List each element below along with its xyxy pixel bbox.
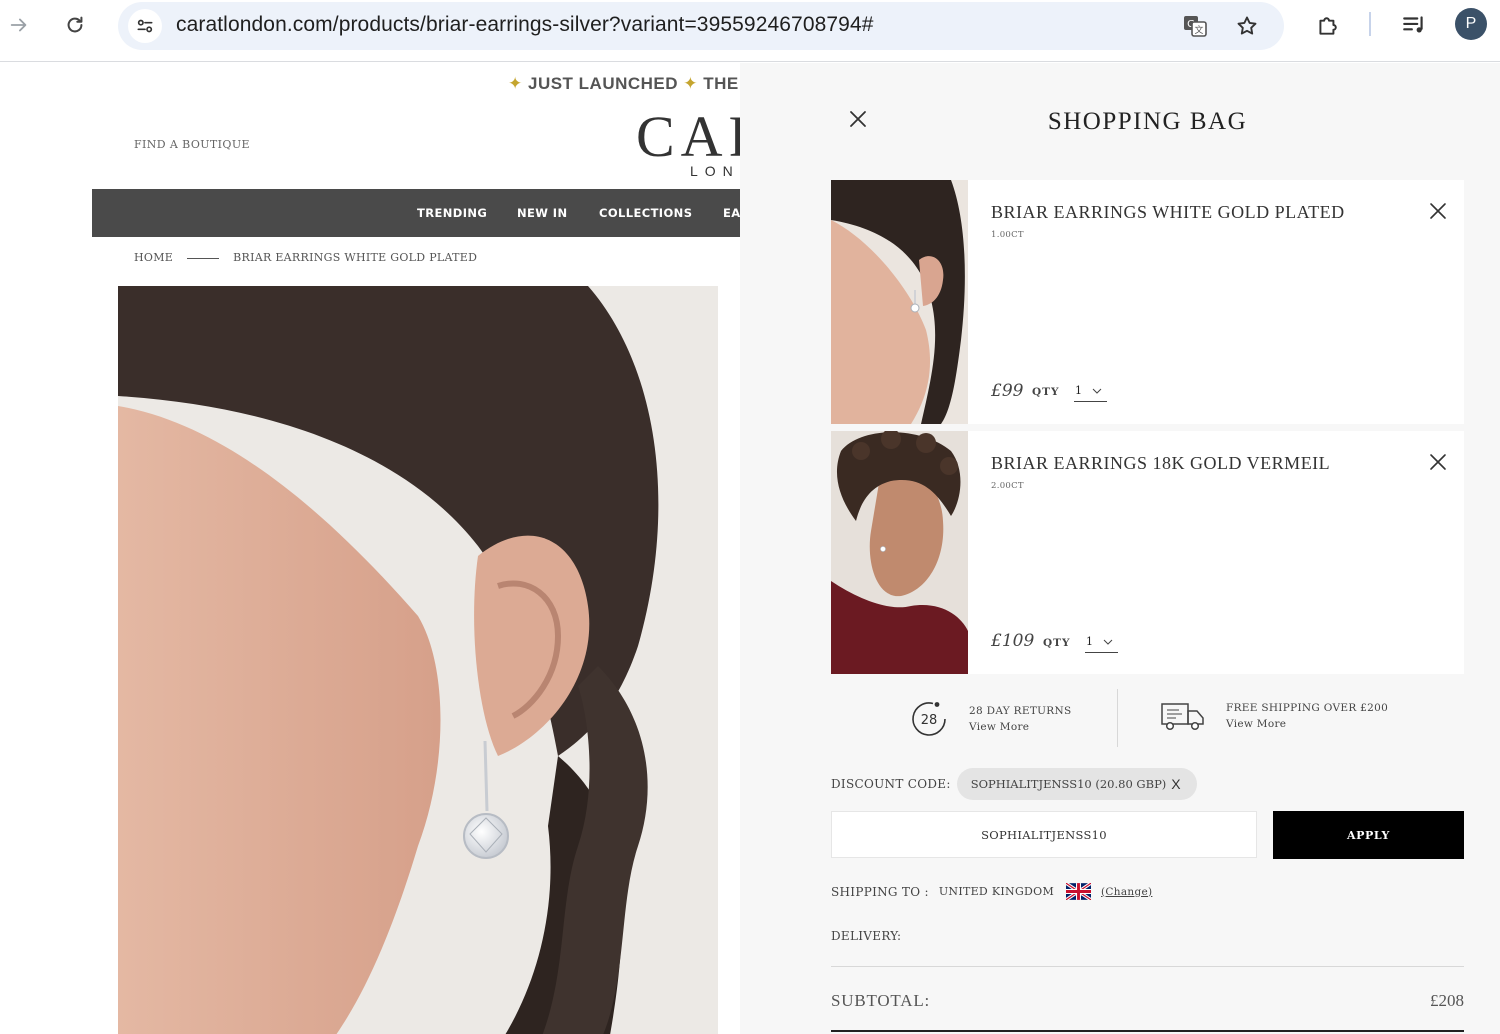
extensions-icon[interactable] xyxy=(1311,6,1345,44)
delivery-truck-icon xyxy=(1161,703,1204,731)
breadcrumb-home[interactable]: HOME xyxy=(134,251,173,264)
nav-collections[interactable]: COLLECTIONS xyxy=(599,206,692,220)
shipping-view-more-link[interactable]: View More xyxy=(1226,716,1388,732)
drawer-title: SHOPPING BAG xyxy=(1047,108,1248,135)
back-arrow-icon[interactable] xyxy=(2,8,36,42)
discount-row: DISCOUNT CODE: SOPHIALITJENSS10 (20.80 G… xyxy=(831,768,1197,800)
nav-new-in[interactable]: NEW IN xyxy=(517,206,567,220)
address-bar[interactable]: caratlondon.com/products/briar-earrings-… xyxy=(118,2,1284,50)
main-nav: TRENDING NEW IN COLLECTIONS EA xyxy=(92,189,740,237)
shipping-label: SHIPPING TO : xyxy=(831,884,929,899)
change-country-link[interactable]: (Change) xyxy=(1101,886,1152,898)
returns-perk: 28 28 DAY RETURNS View More xyxy=(909,699,1071,739)
item-name[interactable]: BRIAR EARRINGS WHITE GOLD PLATED xyxy=(991,202,1345,223)
discount-code-input[interactable] xyxy=(831,811,1257,858)
discount-label: DISCOUNT CODE: xyxy=(831,777,951,791)
applied-discount-text: SOPHIALITJENSS10 (20.80 GBP) xyxy=(970,777,1167,791)
svg-text:文: 文 xyxy=(1194,24,1203,36)
chevron-down-icon xyxy=(1103,639,1113,645)
uk-flag-icon xyxy=(1066,883,1092,900)
remove-item-icon[interactable] xyxy=(1429,453,1447,471)
sparkle-icon: ✦ xyxy=(683,74,699,93)
shipping-perk-title: FREE SHIPPING OVER £200 xyxy=(1226,702,1389,714)
item-price: £109 xyxy=(991,631,1035,651)
qty-select[interactable]: 1 xyxy=(1074,380,1107,402)
item-carat: 1.00CT xyxy=(991,230,1024,240)
announcement-bar: ✦ JUST LAUNCHED ✦ THE xyxy=(508,74,739,94)
qty-value: 1 xyxy=(1075,384,1082,397)
divider xyxy=(831,1030,1464,1032)
qty-value: 1 xyxy=(1086,635,1093,648)
translate-icon[interactable]: G文 xyxy=(1178,9,1212,43)
divider xyxy=(831,966,1464,967)
nav-trending[interactable]: TRENDING xyxy=(417,206,487,220)
apply-discount-button[interactable]: APPLY xyxy=(1273,811,1464,859)
qty-label: QTY xyxy=(1043,637,1071,649)
sparkle-icon: ✦ xyxy=(508,74,523,93)
bookmark-star-icon[interactable] xyxy=(1230,9,1264,43)
returns-28-icon: 28 xyxy=(912,702,946,736)
remove-discount-icon[interactable]: X xyxy=(1171,776,1180,792)
announcement-text-cut: THE xyxy=(703,74,739,93)
breadcrumb-current: BRIAR EARRINGS WHITE GOLD PLATED xyxy=(233,251,478,264)
browser-toolbar: caratlondon.com/products/briar-earrings-… xyxy=(0,0,1500,62)
delivery-label: DELIVERY: xyxy=(831,929,902,943)
item-name[interactable]: BRIAR EARRINGS 18K GOLD VERMEIL xyxy=(991,453,1330,474)
reading-list-icon[interactable] xyxy=(1397,6,1431,44)
perks-divider xyxy=(1117,689,1118,747)
product-image[interactable] xyxy=(118,286,718,1034)
shopping-bag-drawer: SHOPPING BAG BRIAR EARRINGS WHITE GOLD P… xyxy=(740,63,1500,1034)
brand-logo[interactable]: CAR xyxy=(636,103,740,170)
store-page: ✦ JUST LAUNCHED ✦ THE FIND A BOUTIQUE CA… xyxy=(0,63,740,1034)
subtotal-value: £208 xyxy=(1430,991,1464,1010)
brand-logo-sub: LON xyxy=(690,163,740,179)
returns-title: 28 DAY RETURNS xyxy=(969,705,1072,717)
breadcrumb-divider xyxy=(187,257,220,259)
qty-label: QTY xyxy=(1032,386,1060,398)
returns-view-more-link[interactable]: View More xyxy=(969,719,1071,735)
item-thumbnail[interactable] xyxy=(831,180,968,424)
item-price: £99 xyxy=(991,381,1024,401)
item-thumbnail[interactable] xyxy=(831,431,968,674)
item-carat: 2.00CT xyxy=(991,481,1024,491)
applied-discount-chip[interactable]: SOPHIALITJENSS10 (20.80 GBP) X xyxy=(956,768,1197,800)
breadcrumb: HOME BRIAR EARRINGS WHITE GOLD PLATED xyxy=(134,251,477,264)
site-settings-icon[interactable] xyxy=(128,9,162,43)
qty-select[interactable]: 1 xyxy=(1085,631,1118,653)
announcement-text: JUST LAUNCHED xyxy=(527,74,679,93)
find-boutique-link[interactable]: FIND A BOUTIQUE xyxy=(134,138,250,151)
cart-item: BRIAR EARRINGS WHITE GOLD PLATED 1.00CT … xyxy=(831,180,1464,424)
shipping-perk: FREE SHIPPING OVER £200 View More xyxy=(1160,699,1388,733)
cart-item: BRIAR EARRINGS 18K GOLD VERMEIL 2.00CT £… xyxy=(831,431,1464,674)
chevron-down-icon xyxy=(1092,388,1102,394)
nav-earrings[interactable]: EA xyxy=(723,206,740,220)
subtotal-label: SUBTOTAL: xyxy=(831,991,931,1010)
shipping-row: SHIPPING TO : UNITED KINGDOM (Change) xyxy=(831,883,1152,900)
svg-text:28: 28 xyxy=(921,713,938,728)
shipping-country: UNITED KINGDOM xyxy=(938,885,1055,898)
url-text[interactable]: caratlondon.com/products/briar-earrings-… xyxy=(176,13,874,37)
perks-row: 28 28 DAY RETURNS View More FREE SHIPPIN… xyxy=(831,685,1464,757)
reload-icon[interactable] xyxy=(58,8,92,42)
remove-item-icon[interactable] xyxy=(1429,202,1447,220)
profile-avatar[interactable]: P xyxy=(1455,8,1487,40)
toolbar-separator xyxy=(1369,12,1371,36)
